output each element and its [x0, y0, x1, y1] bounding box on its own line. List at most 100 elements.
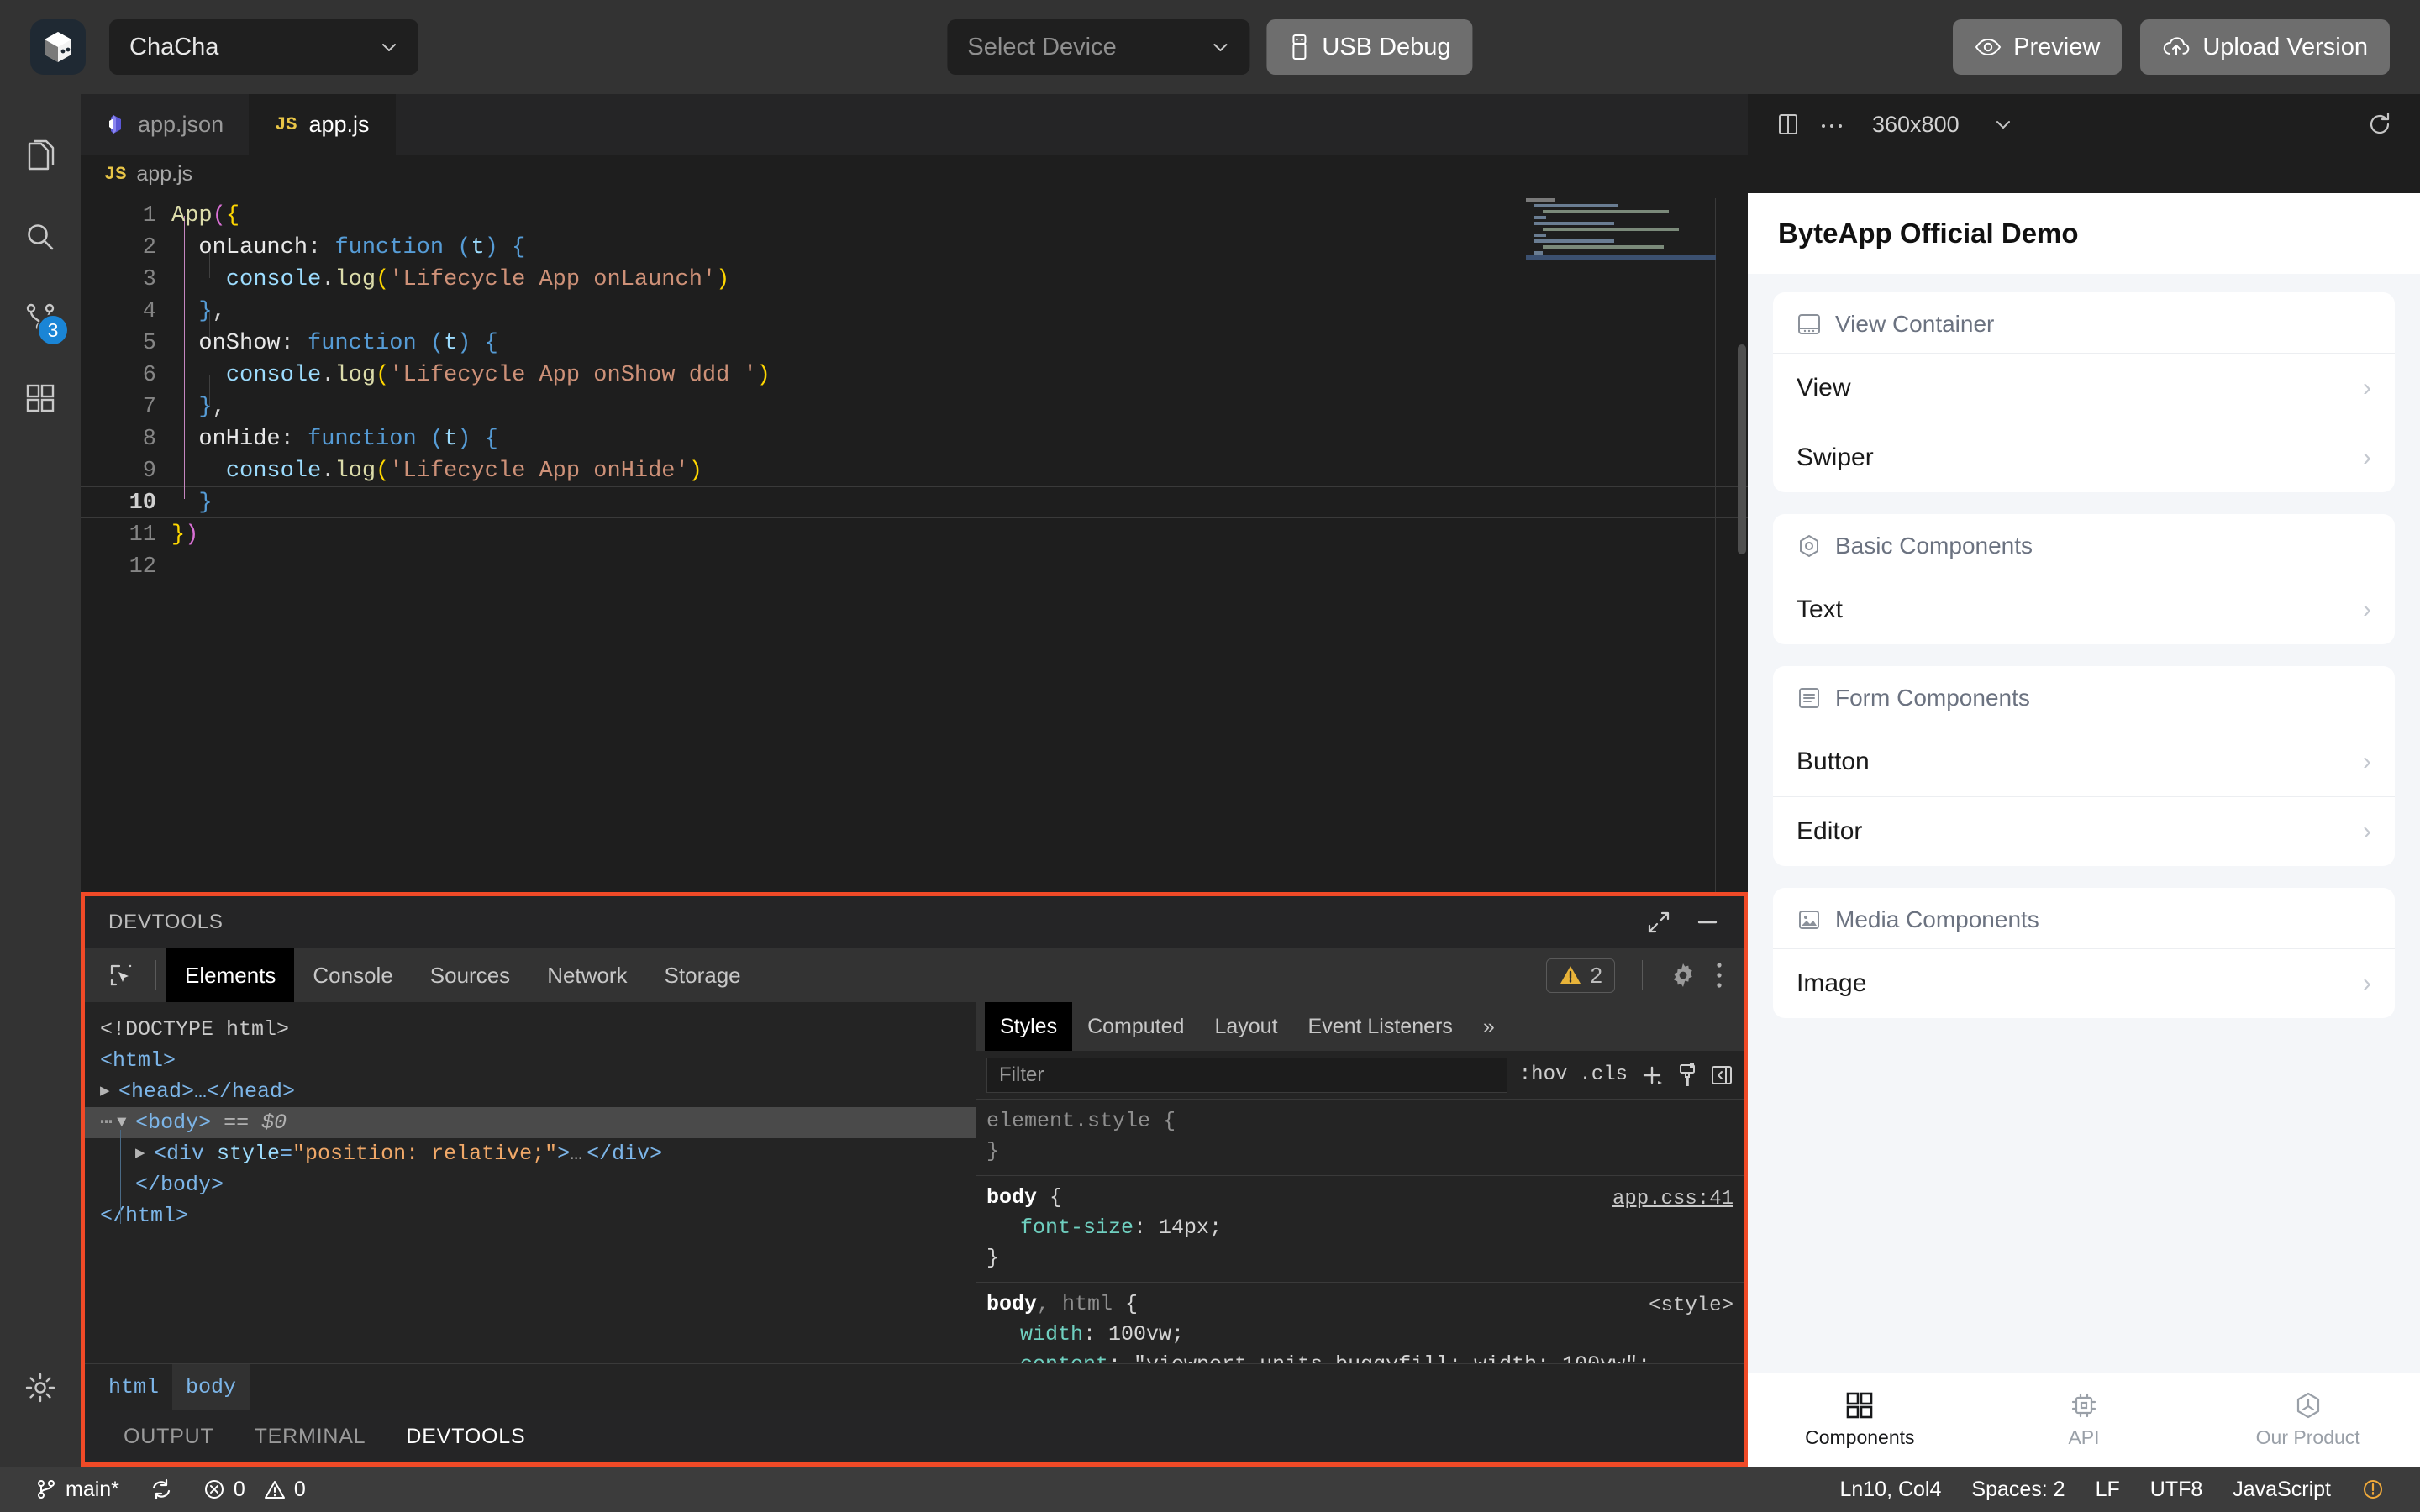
js-file-icon: JS — [104, 163, 127, 185]
sidebar-item-extensions[interactable] — [0, 358, 81, 438]
style-rule-body-html[interactable]: <style> body, html { width: 100vw; conte… — [976, 1283, 1744, 1363]
editor-tab-app-json[interactable]: app.json — [81, 94, 250, 155]
collapse-triangle-icon[interactable]: ▼ — [117, 1107, 129, 1138]
list-item[interactable]: Text › — [1773, 575, 2395, 644]
chevron-right-icon: › — [2363, 817, 2371, 845]
devtools-tab-sources[interactable]: Sources — [412, 948, 529, 1002]
dom-node-text: </html> — [100, 1204, 189, 1228]
devtools-tab-network[interactable]: Network — [529, 948, 645, 1002]
tab-components[interactable]: Components — [1748, 1373, 1972, 1467]
styles-tab-overflow[interactable]: » — [1468, 1002, 1510, 1051]
list-item[interactable]: Button › — [1773, 727, 2395, 796]
dom-tree-pane[interactable]: <!DOCTYPE html> <html> ▶ <head>…</head> … — [85, 1002, 976, 1363]
dom-node-html[interactable]: <html> — [100, 1045, 976, 1076]
devtools-tabbar-actions: 2 — [1545, 958, 1744, 993]
status-language-mode[interactable]: JavaScript — [2217, 1478, 2346, 1502]
device-selector[interactable]: Select Device — [947, 19, 1250, 75]
status-cursor-position[interactable]: Ln10, Col4 — [1824, 1478, 1956, 1502]
paintbrush-icon[interactable] — [1676, 1063, 1698, 1088]
css-value[interactable]: 100vw — [1108, 1322, 1171, 1347]
gear-icon[interactable] — [1670, 962, 1697, 989]
node-menu-icon[interactable]: ⋯ — [100, 1107, 113, 1138]
list-item[interactable]: Editor › — [1773, 796, 2395, 866]
status-encoding[interactable]: UTF8 — [2135, 1478, 2218, 1502]
styles-rules-list[interactable]: element.style { } app.css:41 body { font… — [976, 1100, 1744, 1363]
project-selector[interactable]: ChaCha — [109, 19, 418, 75]
hover-state-toggle[interactable]: :hov — [1519, 1063, 1568, 1086]
breadcrumb-item-body[interactable]: body — [172, 1363, 250, 1411]
tab-our-product[interactable]: Our Product — [2196, 1373, 2420, 1467]
preview-button[interactable]: Preview — [1953, 19, 2123, 75]
style-rule-source[interactable]: app.css:41 — [1612, 1184, 1733, 1215]
status-eol[interactable]: LF — [2081, 1478, 2135, 1502]
inspect-element-icon[interactable] — [97, 951, 145, 1000]
branch-name: main* — [66, 1477, 119, 1501]
status-errors[interactable]: 0 0 — [188, 1478, 321, 1502]
styles-tab-styles[interactable]: Styles — [985, 1002, 1073, 1051]
split-layout-icon[interactable] — [1766, 102, 1810, 146]
code-line: onLaunch: function (t) { — [198, 235, 526, 260]
ellipsis-icon[interactable] — [1810, 102, 1854, 146]
warning-count: 2 — [1590, 962, 1602, 988]
style-rule-body[interactable]: app.css:41 body { font-size: 14px; } — [976, 1176, 1744, 1283]
simulator-resolution[interactable]: 360x800 — [1872, 112, 1960, 138]
sidebar-item-source-control[interactable]: 3 — [0, 277, 81, 358]
dom-node-text: <!DOCTYPE html> — [100, 1017, 290, 1042]
css-property[interactable]: font-size — [986, 1215, 1134, 1240]
status-sync[interactable] — [134, 1478, 188, 1501]
kebab-menu-icon[interactable] — [1713, 961, 1725, 990]
editor-breadcrumb[interactable]: JS app.js — [81, 155, 1748, 193]
css-property[interactable]: content — [986, 1352, 1108, 1363]
list-item-label: View — [1797, 374, 1851, 402]
upload-version-button[interactable]: Upload Version — [2140, 19, 2390, 75]
devtools-panel: DEVTOOLS Elements Console Sources Networ… — [81, 892, 1748, 1467]
usb-debug-button[interactable]: USB Debug — [1266, 19, 1473, 75]
list-item[interactable]: Image › — [1773, 948, 2395, 1018]
refresh-icon[interactable] — [2358, 102, 2402, 146]
dom-node-body-selected[interactable]: ⋯ ▼ <body> == $0 — [85, 1107, 976, 1138]
css-value[interactable]: "viewport-units-buggyfill; width: 100vw" — [1134, 1352, 1638, 1363]
panel-tab-output[interactable]: OUTPUT — [103, 1425, 234, 1449]
styles-filter-input[interactable]: Filter — [986, 1057, 1507, 1093]
status-branch[interactable]: main* — [20, 1478, 134, 1502]
editor-tab-app-js[interactable]: JS app.js — [250, 94, 396, 155]
expand-triangle-icon[interactable]: ▶ — [100, 1076, 112, 1107]
sidebar-item-settings[interactable] — [0, 1347, 81, 1428]
grid-icon — [1845, 1391, 1874, 1420]
breadcrumb-item-html[interactable]: html — [95, 1364, 172, 1411]
sidebar-item-search[interactable] — [0, 197, 81, 277]
minimize-icon[interactable] — [1695, 910, 1720, 935]
warning-count-badge[interactable]: 2 — [1545, 958, 1615, 993]
dom-node-head[interactable]: ▶ <head>…</head> — [100, 1076, 976, 1107]
chevron-down-icon[interactable] — [1981, 102, 2025, 146]
line-number: 4 — [142, 299, 156, 324]
sidebar-toggle-icon[interactable] — [1710, 1063, 1733, 1087]
plus-icon[interactable] — [1639, 1063, 1665, 1088]
status-notifications[interactable] — [2346, 1478, 2400, 1501]
sidebar-item-explorer[interactable] — [0, 116, 81, 197]
style-rule-element[interactable]: element.style { } — [976, 1100, 1744, 1176]
expand-icon[interactable] — [1646, 910, 1671, 935]
simulator-panel: 360x800 ByteApp Official Demo View Conta… — [1748, 94, 2420, 1467]
devtools-tab-console[interactable]: Console — [294, 948, 411, 1002]
panel-tab-devtools[interactable]: DEVTOOLS — [386, 1425, 545, 1449]
styles-tab-layout[interactable]: Layout — [1199, 1002, 1292, 1051]
styles-tab-computed[interactable]: Computed — [1072, 1002, 1199, 1051]
tab-api[interactable]: API — [1972, 1373, 2196, 1467]
dom-node-doctype[interactable]: <!DOCTYPE html> — [100, 1014, 976, 1045]
status-bar-right: Ln10, Col4 Spaces: 2 LF UTF8 JavaScript — [1824, 1478, 2400, 1502]
css-property[interactable]: width — [986, 1322, 1083, 1347]
css-value[interactable]: 14px — [1159, 1215, 1209, 1240]
phone-content[interactable]: View Container View › Swiper › Basic Com… — [1748, 274, 2420, 1373]
list-item[interactable]: View › — [1773, 353, 2395, 423]
class-toggle[interactable]: .cls — [1579, 1063, 1628, 1086]
panel-tab-terminal[interactable]: TERMINAL — [234, 1425, 387, 1449]
dom-node-div[interactable]: ▶ <div style = "position: relative;" >… </di… — [100, 1138, 976, 1169]
devtools-tab-elements[interactable]: Elements — [166, 948, 295, 1002]
list-item[interactable]: Swiper › — [1773, 423, 2395, 492]
status-indentation[interactable]: Spaces: 2 — [1956, 1478, 2080, 1502]
expand-triangle-icon[interactable]: ▶ — [135, 1138, 147, 1169]
devtools-tab-storage[interactable]: Storage — [646, 948, 760, 1002]
editor-scrollbar-thumb[interactable] — [1738, 344, 1746, 554]
styles-tab-event-listeners[interactable]: Event Listeners — [1293, 1002, 1468, 1051]
